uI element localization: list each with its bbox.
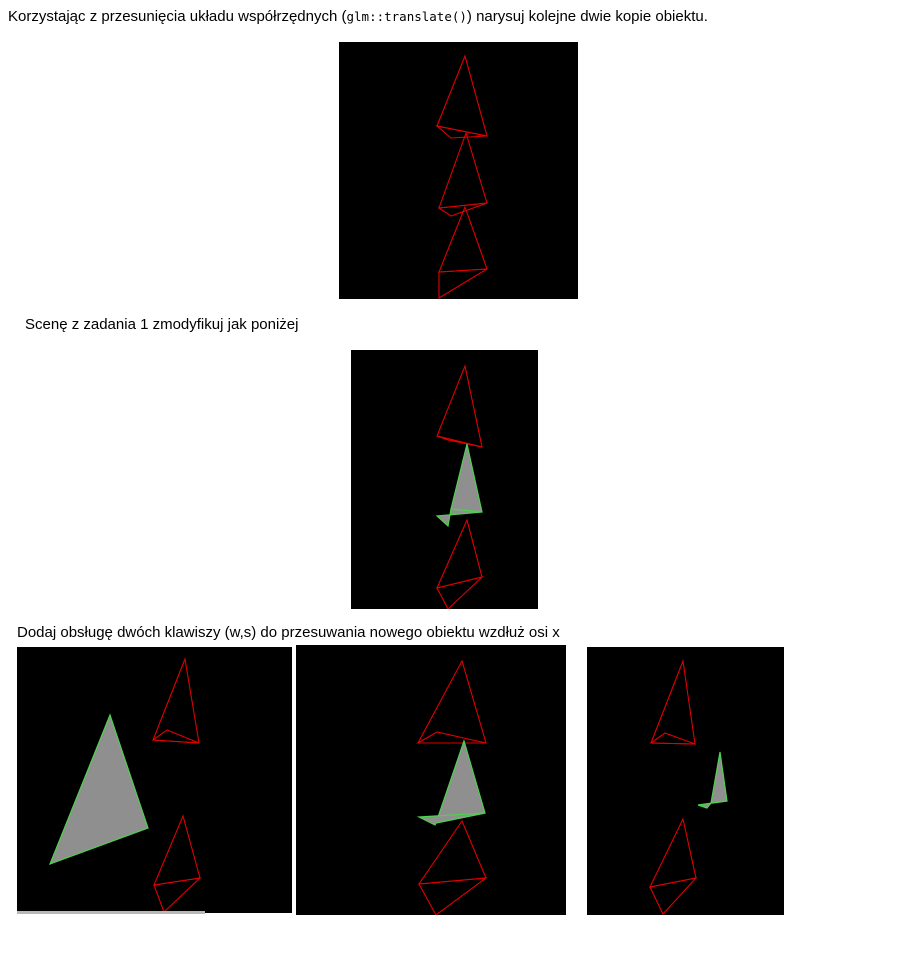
task3-render-b-canvas	[415, 659, 488, 915]
wireframe-copy-top	[436, 364, 483, 448]
task1-code: glm::translate()	[346, 9, 467, 24]
task1-text-after: ) narysuj kolejne dwie kopie obiektu.	[466, 8, 708, 25]
wireframe-copy-top	[649, 658, 696, 745]
task3-instruction: Dodaj obsługę dwóch klawiszy (w,s) do pr…	[17, 624, 560, 641]
wireframe-copy-bottom	[438, 205, 488, 299]
render-a-bottom-edge	[17, 911, 205, 914]
wireframe-copy-top	[415, 659, 487, 744]
wireframe-copy-top	[435, 54, 488, 139]
task1-instruction: Korzystając z przesunięcia układu współr…	[8, 8, 708, 25]
wireframe-copy-bottom	[153, 814, 202, 913]
solid-copy-moved-right	[697, 751, 728, 809]
task3-render-c-canvas	[649, 658, 728, 915]
solid-copy-middle	[435, 443, 483, 528]
task2-render	[351, 350, 538, 609]
wireframe-copy-top	[151, 656, 200, 744]
task3-render-a	[17, 647, 292, 913]
task2-instruction: Scenę z zadania 1 zmodyfikuj jak poniżej	[25, 316, 299, 333]
task1-render	[339, 42, 578, 299]
wireframe-copy-bottom	[417, 819, 488, 915]
task2-render-canvas	[435, 364, 484, 609]
solid-copy-centre	[416, 739, 486, 826]
wireframe-copy-bottom	[436, 518, 484, 609]
task1-render-canvas	[435, 54, 488, 299]
solid-copy-moved-left	[48, 713, 149, 866]
task1-text-before: Korzystając z przesunięcia układu współr…	[8, 8, 347, 25]
task3-render-b	[296, 645, 566, 915]
wireframe-copy-bottom	[649, 817, 698, 915]
wireframe-copy-middle	[437, 131, 488, 217]
task3-render-c	[587, 647, 784, 915]
task3-render-a-canvas	[48, 656, 202, 913]
